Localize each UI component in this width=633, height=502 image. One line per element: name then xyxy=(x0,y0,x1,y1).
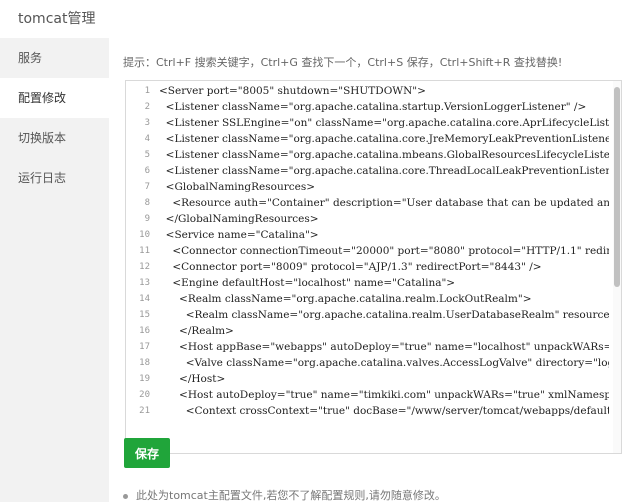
line-number: 13 xyxy=(139,278,150,288)
line-number: 21 xyxy=(139,406,150,416)
sidebar-item-run-log[interactable]: 运行日志 xyxy=(0,158,109,198)
line-number: 8 xyxy=(144,198,150,208)
code-line[interactable]: <Listener className="org.apache.catalina… xyxy=(159,163,609,179)
line-number: 18 xyxy=(139,358,150,368)
code-line[interactable]: <Service name="Catalina"> xyxy=(159,227,319,243)
line-number: 1 xyxy=(144,86,150,96)
line-number: 10 xyxy=(139,230,150,240)
code-line[interactable]: <Host appBase="webapps" autoDeploy="true… xyxy=(159,339,609,355)
line-number: 7 xyxy=(144,182,150,192)
code-line[interactable]: </Realm> xyxy=(159,323,234,339)
line-number: 6 xyxy=(144,166,150,176)
code-line[interactable]: <Listener className="org.apache.catalina… xyxy=(159,99,587,115)
shortcut-tip: 提示：Ctrl+F 搜索关键字，Ctrl+G 查找下一个，Ctrl+S 保存，C… xyxy=(123,56,563,69)
line-number: 14 xyxy=(139,294,150,304)
code-line[interactable]: </GlobalNamingResources> xyxy=(159,211,319,227)
code-line[interactable]: <Resource auth="Container" description="… xyxy=(159,195,609,211)
line-number: 19 xyxy=(139,374,150,384)
line-number: 9 xyxy=(144,214,150,224)
code-line[interactable]: <Connector connectionTimeout="20000" por… xyxy=(159,243,609,259)
window-title: tomcat管理 xyxy=(18,11,96,27)
editor-scrollbar[interactable] xyxy=(613,81,621,453)
code-line[interactable]: <Context crossContext="true" docBase="/w… xyxy=(159,403,609,419)
line-number: 2 xyxy=(144,102,150,112)
code-line[interactable]: <Realm className="org.apache.catalina.re… xyxy=(159,307,609,323)
code-line[interactable]: <Engine defaultHost="localhost" name="Ca… xyxy=(159,275,455,291)
main-panel: 提示：Ctrl+F 搜索关键字，Ctrl+G 查找下一个，Ctrl+S 保存，C… xyxy=(109,38,633,502)
sidebar-item-config[interactable]: 配置修改 xyxy=(0,78,109,118)
line-number: 4 xyxy=(144,134,150,144)
line-number-gutter: 1 2 3 4 5 6 7 8 9 10 11 12 13 14 15 16 17 18 19 20 21 xyxy=(126,81,154,453)
bullet-icon xyxy=(123,493,128,499)
line-number: 3 xyxy=(144,118,150,128)
code-line[interactable]: <Connector port="8009" protocol="AJP/1.3… xyxy=(159,259,541,275)
sidebar: 服务 配置修改 切换版本 运行日志 xyxy=(0,38,109,502)
config-note-text: 此处为tomcat主配置文件,若您不了解配置规则,请勿随意修改。 xyxy=(136,489,446,502)
code-editor[interactable]: 1 2 3 4 5 6 7 8 9 10 11 12 13 14 15 16 17 18 19 20 21 <Serve… xyxy=(125,80,622,454)
line-number: 20 xyxy=(139,390,150,400)
sidebar-item-switch-version[interactable]: 切换版本 xyxy=(0,118,109,158)
line-number: 17 xyxy=(139,342,150,352)
code-line[interactable]: <Listener className="org.apache.catalina… xyxy=(159,131,609,147)
code-area[interactable]: <Server port="8005" shutdown="SHUTDOWN">… xyxy=(159,81,609,453)
line-number: 5 xyxy=(144,150,150,160)
line-number: 11 xyxy=(139,246,150,256)
save-button[interactable]: 保存 xyxy=(124,438,170,468)
code-line[interactable]: <Server port="8005" shutdown="SHUTDOWN"> xyxy=(159,83,426,99)
editor-scrollbar-thumb[interactable] xyxy=(614,87,620,287)
config-note: 此处为tomcat主配置文件,若您不了解配置规则,请勿随意修改。 xyxy=(123,487,446,502)
sidebar-item-service[interactable]: 服务 xyxy=(0,38,109,78)
code-line[interactable]: <GlobalNamingResources> xyxy=(159,179,315,195)
line-number: 15 xyxy=(139,310,150,320)
code-line[interactable]: <Valve className="org.apache.catalina.va… xyxy=(159,355,609,371)
code-line[interactable]: <Listener SSLEngine="on" className="org.… xyxy=(159,115,609,131)
code-line[interactable]: <Host autoDeploy="true" name="timkiki.co… xyxy=(159,387,609,403)
line-number: 12 xyxy=(139,262,150,272)
code-line[interactable]: <Realm className="org.apache.catalina.re… xyxy=(159,291,532,307)
code-line[interactable]: </Host> xyxy=(159,371,225,387)
window-titlebar: tomcat管理 xyxy=(0,0,633,38)
code-line[interactable]: <Listener className="org.apache.catalina… xyxy=(159,147,609,163)
line-number: 16 xyxy=(139,326,150,336)
